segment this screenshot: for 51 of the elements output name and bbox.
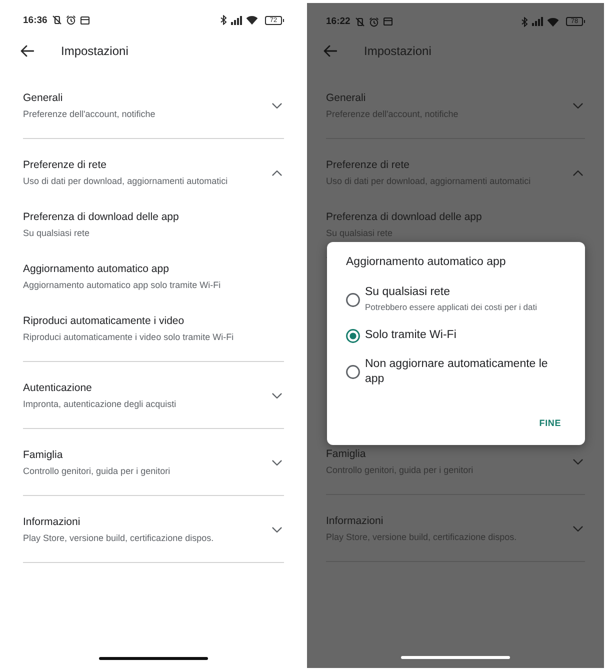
option-label[interactable]: Su qualsiasi rete: [365, 285, 450, 300]
section-title[interactable]: Preferenze di rete: [23, 157, 106, 173]
section-title[interactable]: Informazioni: [23, 514, 80, 530]
alarm-clock-icon: [369, 16, 380, 26]
chevron-down-icon[interactable]: [272, 103, 282, 109]
setting-title[interactable]: Preferenza di download delle app: [23, 209, 179, 225]
option-label[interactable]: Non aggiornare automaticamente le app: [365, 357, 557, 387]
done-button[interactable]: FINE: [537, 411, 563, 435]
wifi-icon: [246, 15, 258, 25]
section-subtitle: Play Store, versione build, certificazione dispos.: [23, 532, 214, 545]
status-time: 16:22: [326, 16, 350, 27]
setting-subtitle: Aggiornamento automatico app solo tramite Wi-Fi: [23, 279, 221, 292]
option-label[interactable]: Solo tramite Wi-Fi: [365, 328, 456, 343]
chevron-down-icon[interactable]: [573, 459, 583, 465]
card-icon: [383, 17, 394, 26]
option-description: Potrebbero essere applicati dei costi per i dati: [365, 301, 537, 314]
signal-icon: [532, 17, 543, 26]
setting-title[interactable]: Aggiornamento automatico app: [23, 261, 169, 277]
bluetooth-icon: [521, 16, 528, 26]
section-title[interactable]: Generali: [23, 90, 63, 106]
bluetooth-icon: [220, 15, 227, 25]
slashed-phone-icon: [52, 15, 62, 25]
chevron-down-icon[interactable]: [573, 103, 583, 109]
section-subtitle: Uso di dati per download, aggiornamenti automatici: [23, 175, 228, 188]
status-time: 16:36: [23, 14, 48, 26]
back-icon[interactable]: [20, 45, 34, 57]
section-title[interactable]: Autenticazione: [23, 380, 92, 396]
radio-button[interactable]: [346, 292, 360, 306]
section-subtitle: Controllo genitori, guida per i genitori: [23, 465, 170, 478]
chevron-down-icon[interactable]: [272, 460, 282, 466]
alarm-clock-icon: [66, 15, 76, 25]
setting-subtitle: Su qualsiasi rete: [23, 227, 90, 240]
section-subtitle: Impronta, autenticazione degli acquisti: [23, 398, 176, 411]
section-subtitle: Preferenze dell'account, notifiche: [23, 108, 156, 121]
chevron-up-icon[interactable]: [573, 170, 583, 176]
radio-button[interactable]: [346, 328, 360, 342]
chevron-up-icon[interactable]: [272, 170, 282, 176]
chevron-down-icon[interactable]: [573, 526, 583, 532]
page-title: Impostazioni: [364, 44, 432, 58]
dialog-title: Aggiornamento automatico app: [346, 255, 506, 270]
slashed-phone-icon: [355, 16, 366, 26]
chevron-down-icon[interactable]: [272, 527, 282, 533]
wifi-icon: [547, 16, 559, 26]
card-icon: [80, 16, 90, 24]
radio-button[interactable]: [346, 365, 360, 379]
setting-title[interactable]: Riproduci automaticamente i video: [23, 313, 184, 329]
section-title[interactable]: Famiglia: [23, 447, 63, 463]
page-title: Impostazioni: [61, 44, 128, 58]
setting-subtitle: Riproduci automaticamente i video solo tramite Wi-Fi: [23, 331, 234, 344]
signal-icon: [231, 16, 242, 24]
chevron-down-icon[interactable]: [272, 393, 282, 399]
